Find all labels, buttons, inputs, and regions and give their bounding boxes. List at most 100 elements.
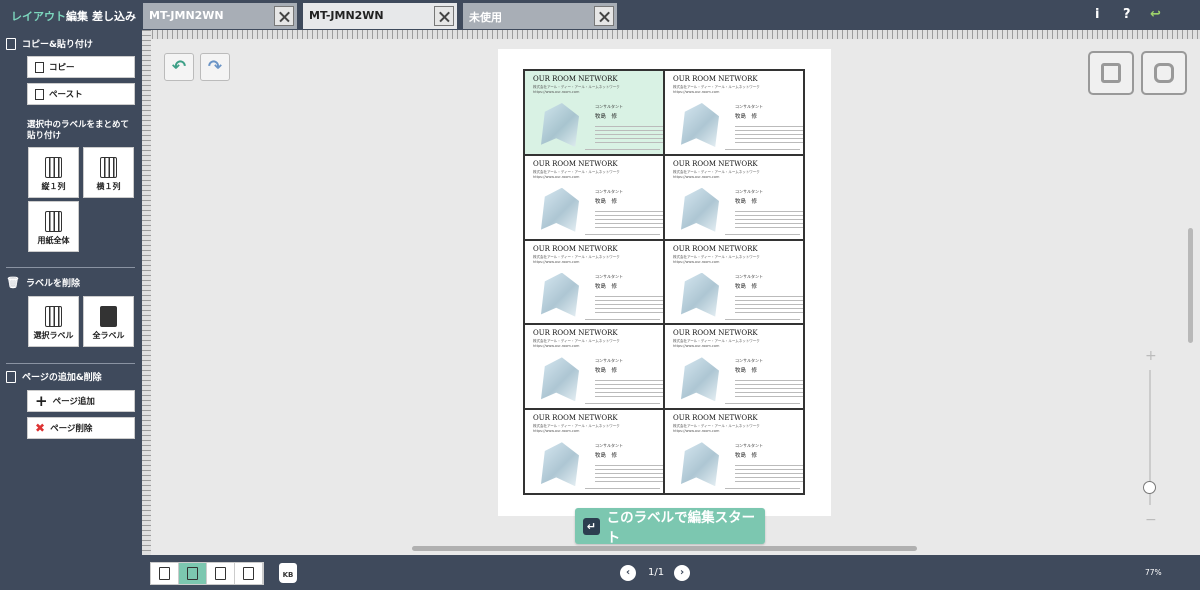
glass-logo-image bbox=[541, 442, 579, 487]
bulk-paste-title: 選択中のラベルをまとめて貼り付け bbox=[27, 120, 130, 141]
save-button[interactable] bbox=[1088, 51, 1134, 95]
tab-3[interactable]: 未使用 bbox=[463, 3, 617, 29]
sidebar: コピー&貼り付け コピー ペースト 選択中のラベルをまとめて貼り付け 縦１列 横… bbox=[0, 30, 142, 590]
print-button[interactable] bbox=[1141, 51, 1187, 95]
tab-label: 未使用 bbox=[469, 11, 502, 24]
card-email bbox=[725, 233, 800, 235]
horizontal-scrollbar[interactable] bbox=[412, 546, 917, 551]
redo-button[interactable]: ↷ bbox=[200, 53, 230, 81]
start-editing-button[interactable]: ↵ このラベルで編集スタート bbox=[575, 508, 765, 546]
tab-1[interactable]: MT-JMN2WN bbox=[143, 3, 297, 29]
card-role: コンサルタント bbox=[735, 104, 763, 109]
copy-section-icon bbox=[6, 37, 16, 50]
label-card[interactable]: OUR ROOM NETWORK 株式会社アール・ディー・アール・ルームネットワー… bbox=[524, 409, 664, 494]
divider bbox=[6, 363, 135, 364]
orientation-portrait[interactable] bbox=[179, 563, 207, 584]
paste-row-label: 横１列 bbox=[96, 182, 121, 191]
card-email bbox=[585, 318, 660, 320]
card-person: 牧島 修 bbox=[595, 368, 618, 375]
top-bar: レイアウト 編集 差し込み MT-JMN2WN MT-JMN2WN 未使用 i … bbox=[0, 0, 1200, 30]
copy-icon bbox=[35, 61, 44, 73]
card-email bbox=[725, 403, 800, 405]
card-person: 牧島 修 bbox=[735, 283, 758, 290]
card-email bbox=[585, 488, 660, 490]
label-card[interactable]: OUR ROOM NETWORK 株式会社アール・ディー・アール・ルームネットワー… bbox=[664, 324, 804, 410]
glass-logo-image bbox=[681, 187, 719, 232]
help-icon[interactable]: ? bbox=[1123, 7, 1131, 22]
copy-button[interactable]: コピー bbox=[27, 56, 135, 78]
glass-logo-image bbox=[681, 272, 719, 317]
card-address bbox=[595, 210, 663, 229]
delete-section-label: ラベルを削除 bbox=[25, 279, 80, 289]
card-role: コンサルタント bbox=[595, 104, 623, 109]
menu-edit[interactable]: 編集 bbox=[66, 8, 88, 24]
card-role: コンサルタント bbox=[735, 188, 763, 194]
delete-selected-button[interactable]: 選択ラベル bbox=[28, 296, 79, 347]
card-role: コンサルタント bbox=[595, 358, 623, 364]
paste-column-button[interactable]: 縦１列 bbox=[28, 147, 79, 198]
grid-delete-icon bbox=[100, 306, 117, 327]
card-company: OUR ROOM NETWORK bbox=[673, 75, 758, 83]
glass-logo-image bbox=[541, 272, 579, 317]
zoom-in-button[interactable]: + bbox=[1145, 348, 1157, 364]
card-url: https://www.our-room.com bbox=[673, 259, 720, 264]
card-person: 牧島 修 bbox=[735, 368, 758, 375]
close-icon[interactable] bbox=[434, 6, 454, 26]
label-card[interactable]: OUR ROOM NETWORK 株式会社アール・ディー・アール・ルームネットワー… bbox=[524, 324, 664, 410]
page-indicator: 1/1 bbox=[648, 567, 665, 578]
orientation-rotate-right[interactable] bbox=[235, 563, 263, 584]
trash-icon: 🗑 bbox=[6, 276, 20, 289]
enter-icon: ↵ bbox=[583, 517, 600, 535]
menu-layout[interactable]: レイアウト bbox=[11, 8, 66, 24]
card-role: コンサルタント bbox=[595, 188, 623, 194]
zoom-slider-handle[interactable] bbox=[1143, 481, 1156, 494]
label-card[interactable]: OUR ROOM NETWORK 株式会社アール・ディー・アール・ルームネットワー… bbox=[664, 154, 804, 240]
delete-section-title: 🗑 ラベルを削除 bbox=[6, 276, 80, 289]
copy-label: コピー bbox=[49, 63, 75, 73]
paste-all-label: 用紙全体 bbox=[37, 236, 70, 245]
label-card[interactable]: OUR ROOM NETWORK 株式会社アール・ディー・アール・ルームネットワー… bbox=[664, 70, 804, 155]
next-page-button[interactable]: › bbox=[674, 565, 690, 581]
add-page-button[interactable]: + ページ追加 bbox=[27, 390, 135, 412]
orientation-rotate-left[interactable] bbox=[151, 563, 179, 584]
undo-button[interactable]: ↶ bbox=[164, 53, 194, 81]
grid-icon bbox=[45, 211, 62, 232]
back-icon[interactable]: ↩ bbox=[1150, 7, 1161, 22]
card-role: コンサルタント bbox=[595, 273, 623, 279]
close-icon[interactable] bbox=[274, 6, 294, 26]
page-portrait-icon bbox=[187, 567, 198, 580]
card-company: OUR ROOM NETWORK bbox=[673, 159, 758, 168]
delete-page-button[interactable]: ✖ ページ削除 bbox=[27, 417, 135, 439]
prev-page-button[interactable]: ‹ bbox=[620, 565, 636, 581]
label-card[interactable]: OUR ROOM NETWORK 株式会社アール・ディー・アール・ルームネットワー… bbox=[664, 409, 804, 494]
paste-all-button[interactable]: 用紙全体 bbox=[28, 201, 79, 252]
tab-2[interactable]: MT-JMN2WN bbox=[303, 3, 457, 29]
save-icon bbox=[1101, 63, 1121, 83]
vertical-scrollbar[interactable] bbox=[1188, 228, 1193, 343]
delete-all-button[interactable]: 全ラベル bbox=[83, 296, 134, 347]
ruler-left bbox=[142, 30, 151, 555]
label-card[interactable]: OUR ROOM NETWORK 株式会社アール・ディー・アール・ルームネットワー… bbox=[524, 154, 664, 240]
close-icon[interactable] bbox=[594, 6, 614, 26]
label-card[interactable]: OUR ROOM NETWORK 株式会社アール・ディー・アール・ルームネットワー… bbox=[524, 239, 664, 325]
glass-logo-image bbox=[681, 103, 719, 147]
page-section-label: ページの追加&削除 bbox=[22, 373, 102, 383]
card-address bbox=[595, 295, 663, 314]
label-card[interactable]: OUR ROOM NETWORK 株式会社アール・ディー・アール・ルームネットワー… bbox=[664, 239, 804, 325]
page-landscape-icon bbox=[215, 567, 226, 580]
menu-merge[interactable]: 差し込み bbox=[92, 8, 136, 24]
info-icon[interactable]: i bbox=[1095, 7, 1099, 22]
label-card[interactable]: OUR ROOM NETWORK 株式会社アール・ディー・アール・ルームネットワー… bbox=[524, 70, 664, 155]
card-company: OUR ROOM NETWORK bbox=[533, 414, 618, 423]
zoom-out-button[interactable]: − bbox=[1145, 512, 1157, 528]
undo-icon: ↶ bbox=[171, 57, 187, 77]
paste-button[interactable]: ペースト bbox=[27, 83, 135, 105]
glass-logo-image bbox=[541, 187, 579, 232]
kb-weight-icon[interactable]: KB bbox=[279, 563, 297, 583]
card-address bbox=[735, 295, 803, 314]
orientation-landscape[interactable] bbox=[207, 563, 235, 584]
delete-selected-label: 選択ラベル bbox=[33, 331, 74, 340]
grid-icon bbox=[45, 157, 62, 178]
paste-row-button[interactable]: 横１列 bbox=[83, 147, 134, 198]
card-email bbox=[585, 403, 660, 405]
